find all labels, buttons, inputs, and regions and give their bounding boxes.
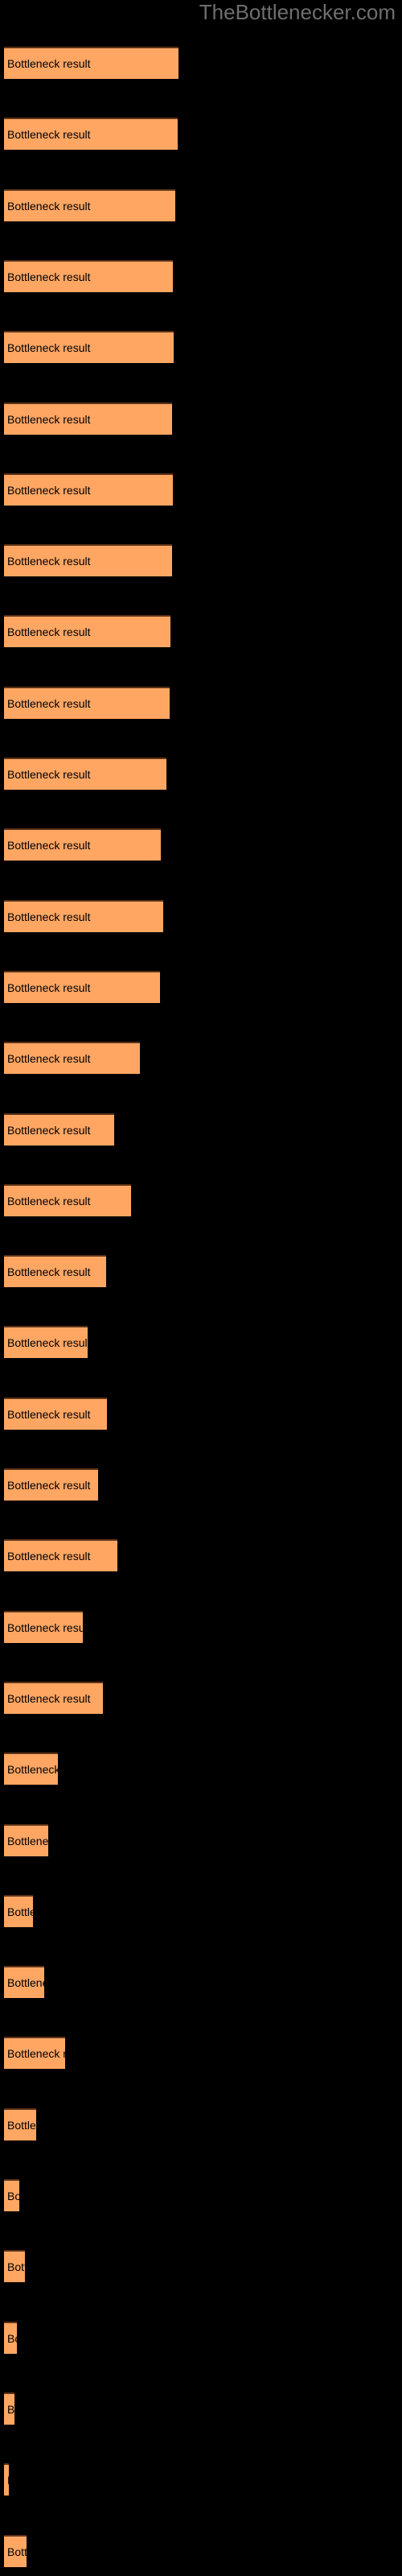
bar-row: Bottleneck result [4, 1255, 106, 1288]
bar-label: Bottleneck result [7, 412, 91, 426]
bar-row: Bottleneck result [4, 1966, 44, 1999]
bar-label: Bottleneck result [7, 199, 91, 213]
bar-label: Bottleneck result [7, 2260, 25, 2274]
bar-label: Bottleneck result [7, 2118, 36, 2132]
bar-row: Bottleneck result [4, 1042, 140, 1075]
bar-label: Bottleneck result [7, 1052, 91, 1066]
bar-label: Bottleneck result [7, 2047, 65, 2061]
bar-row: Bottleneck result [4, 2321, 17, 2354]
bar-row: Bottleneck result [4, 758, 166, 790]
bar-row: Bottleneck result [4, 970, 160, 1003]
bar-row: Bottleneck result [4, 2250, 25, 2283]
bar-row: Bottleneck result [4, 899, 163, 932]
bar-row: Bottleneck result [4, 1610, 83, 1643]
bar-row: Bottleneck result [4, 1183, 131, 1216]
bar-label: Bottleneck result [7, 1265, 91, 1279]
bar-row: Bottleneck result [4, 1397, 107, 1430]
bar-row: Bottleneck result [4, 1681, 103, 1714]
bar-row: Bottleneck result [4, 2107, 36, 2140]
bar-label: Bottleneck result [7, 270, 91, 283]
bar-row: Bottleneck result [4, 615, 170, 648]
bar-label: Bottleneck result [7, 980, 91, 994]
bar-label: Bottleneck result [7, 1905, 33, 1918]
bar-label: Bottleneck result [7, 2474, 9, 2487]
bar-label: Bottleneck result [7, 1123, 91, 1137]
bar-row: Bottleneck result [4, 2037, 65, 2070]
bar-label: Bottleneck result [7, 625, 91, 639]
bar-label: Bottleneck result [7, 1194, 91, 1208]
bar-label: Bottleneck result [7, 1407, 91, 1421]
bar-label: Bottleneck result [7, 555, 91, 568]
bar-row: Bottleneck result [4, 1468, 98, 1501]
bar-row: Bottleneck result [4, 2534, 27, 2567]
bar-label: Bottleneck result [7, 1691, 91, 1705]
bar-label: Bottleneck result [7, 2190, 19, 2202]
bar-label: Bottleneck result [7, 1763, 58, 1777]
bar-label: Bottleneck result [7, 2331, 17, 2345]
bar-row: Bottleneck result [4, 2463, 9, 2496]
bar-row: Bottleneck result [4, 118, 178, 151]
bar-row: Bottleneck result [4, 1326, 88, 1359]
bar-label: Bottleneck result [7, 2545, 27, 2558]
bar-label: Bottleneck result [7, 2402, 14, 2416]
bar-row: Bottleneck result [4, 331, 174, 364]
bar-row: Bottleneck result [4, 47, 178, 79]
bar-label: Bottleneck result [7, 1976, 44, 1990]
chart-page: TheBottlenecker.com Bottleneck result Bot… [0, 0, 402, 2576]
bar-row: Bottleneck result [4, 544, 172, 577]
bar-label: Bottleneck result [7, 1620, 83, 1634]
bar-row: Bottleneck result [4, 828, 161, 861]
bar-row: Bottleneck result [4, 1113, 114, 1146]
bar-row: Bottleneck result [4, 1894, 33, 1927]
bar-row: Bottleneck result [4, 2179, 19, 2211]
bar-label: Bottleneck result [7, 483, 91, 497]
bar-label: Bottleneck result [7, 1550, 91, 1563]
bar-label: Bottleneck result [7, 910, 91, 923]
bar-label: Bottleneck result [7, 57, 91, 70]
bar-row: Bottleneck result [4, 1539, 117, 1572]
bar-label: Bottleneck result [7, 128, 91, 142]
bar-row: Bottleneck result [4, 259, 173, 292]
bar-label: Bottleneck result [7, 696, 91, 710]
bar-row: Bottleneck result [4, 1823, 48, 1856]
bar-row: Bottleneck result [4, 686, 170, 719]
bar-row: Bottleneck result [4, 1752, 58, 1785]
bar-label: Bottleneck result [7, 1479, 91, 1492]
bar-chart-plot-area: Bottleneck result Bottleneck result Bottle… [0, 0, 402, 2576]
bar-label: Bottleneck result [7, 768, 91, 781]
bar-row: Bottleneck result [4, 402, 172, 435]
bar-row: Bottleneck result [4, 2392, 14, 2425]
bar-row: Bottleneck result [4, 188, 175, 221]
bar-row: Bottleneck result [4, 473, 173, 506]
bar-label: Bottleneck result [7, 341, 91, 355]
bar-label: Bottleneck result [7, 839, 91, 852]
bar-label: Bottleneck result [7, 1336, 88, 1350]
bar-label: Bottleneck result [7, 1834, 48, 1847]
